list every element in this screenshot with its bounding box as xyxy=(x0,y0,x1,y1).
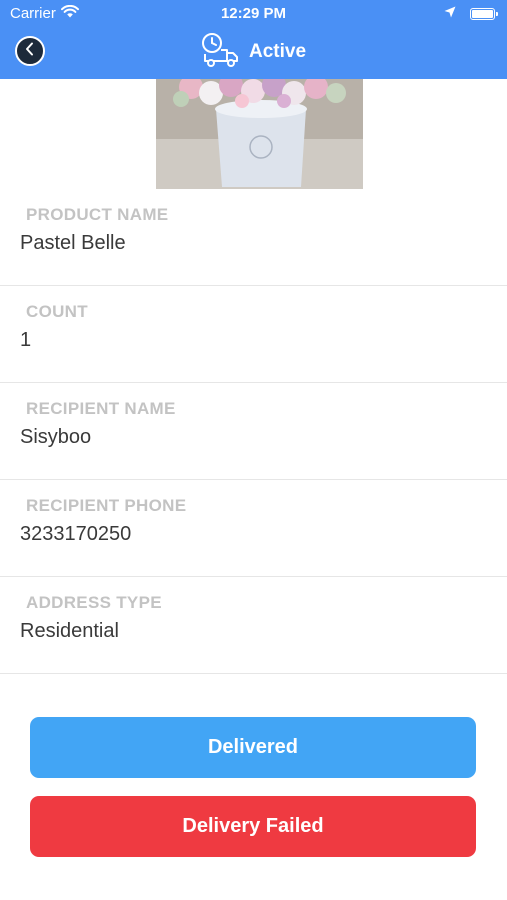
field-address-type: ADDRESS TYPE Residential xyxy=(0,577,507,674)
field-value[interactable]: 3233170250 xyxy=(20,523,131,546)
delivery-truck-clock-icon xyxy=(201,32,239,73)
field-value: Residential xyxy=(20,620,119,642)
delivery-failed-button[interactable]: Delivery Failed xyxy=(30,796,476,857)
battery-icon xyxy=(470,8,498,20)
status-indicators xyxy=(444,5,498,23)
field-label: COUNT xyxy=(26,302,88,321)
field-product-name: PRODUCT NAME Pastel Belle xyxy=(0,189,507,286)
navigation-bar: Carrier 12:29 PM Active xyxy=(0,0,507,79)
status-time: 12:29 PM xyxy=(220,5,287,22)
field-value: 1 xyxy=(20,329,32,351)
field-recipient-name: RECIPIENT NAME Sisyboo xyxy=(0,383,507,480)
status-bar: Carrier 12:29 PM xyxy=(0,0,507,28)
field-label: RECIPIENT NAME xyxy=(26,399,176,418)
location-arrow-icon xyxy=(444,5,456,23)
page-title-group: Active xyxy=(0,32,507,72)
field-label: PRODUCT NAME xyxy=(26,205,169,224)
page-title: Active xyxy=(248,41,307,62)
delivered-button[interactable]: Delivered xyxy=(30,717,476,778)
field-value: Sisyboo xyxy=(20,426,92,448)
field-count: COUNT 1 xyxy=(0,286,507,383)
field-recipient-phone: RECIPIENT PHONE 3233170250 xyxy=(0,480,507,577)
field-value: Pastel Belle xyxy=(20,232,126,254)
field-label: ADDRESS TYPE xyxy=(26,593,162,612)
field-label: RECIPIENT PHONE xyxy=(26,496,187,515)
product-image xyxy=(156,79,363,189)
